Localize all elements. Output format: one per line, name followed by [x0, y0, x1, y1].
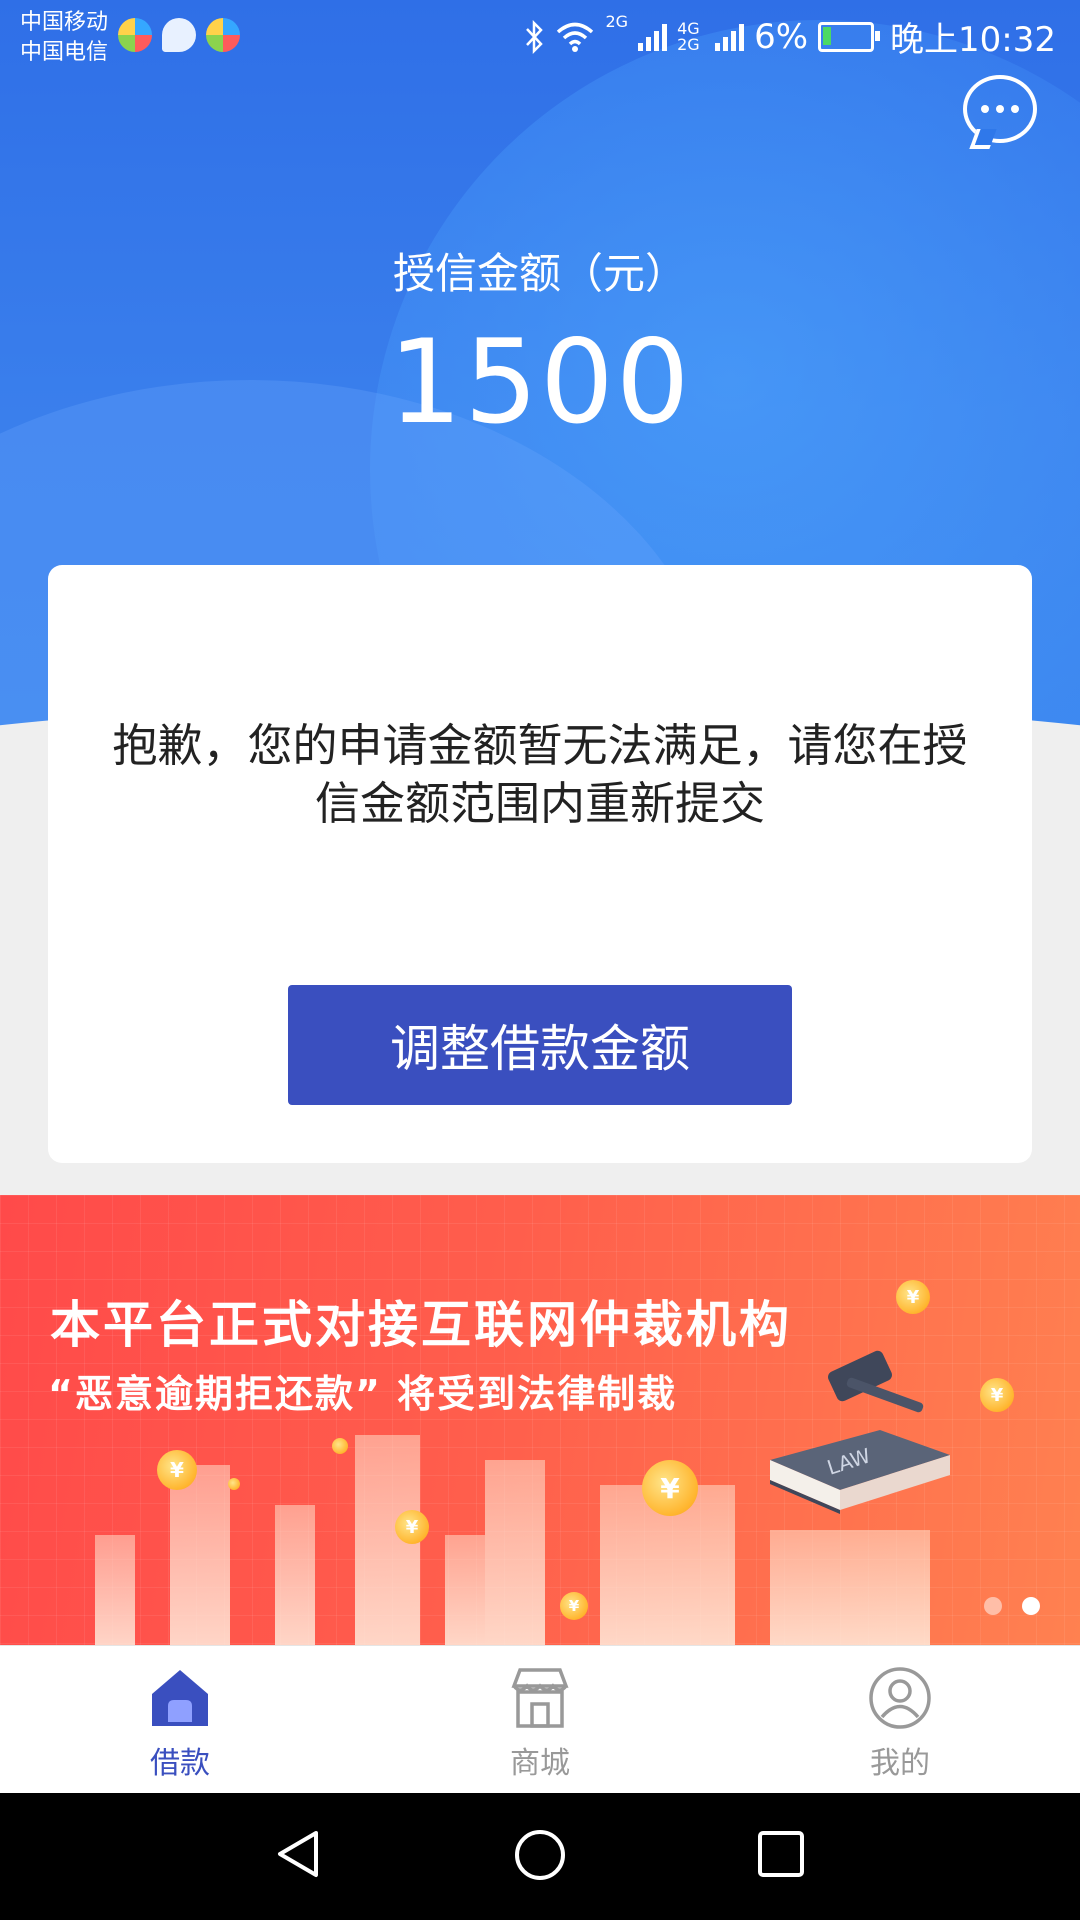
banner-decoration [170, 1465, 230, 1645]
error-message: 抱歉，您的申请金额暂无法满足，请您在授信金额范围内重新提交 [112, 719, 968, 830]
banner-decoration [95, 1535, 135, 1645]
banner-decoration [275, 1505, 315, 1645]
coin-icon: ¥ [896, 1280, 930, 1314]
coin-icon: ¥ [560, 1592, 588, 1620]
tab-me[interactable]: 我的 [720, 1646, 1080, 1794]
recent-apps-icon[interactable] [754, 1827, 808, 1881]
bluetooth-icon [526, 19, 544, 54]
system-navigation-bar [0, 1793, 1080, 1920]
user-icon [869, 1667, 931, 1729]
coin-icon: ¥ [157, 1450, 197, 1490]
wifi-icon [557, 22, 594, 52]
message-icon [162, 18, 196, 52]
carousel-indicator [984, 1597, 1040, 1615]
coin-icon: ¥ [642, 1460, 698, 1516]
back-icon[interactable] [272, 1827, 326, 1881]
banner-subtitle: “恶意逾期拒还款” 将受到法律制裁 [48, 1372, 678, 1416]
carousel-dot[interactable] [984, 1597, 1002, 1615]
shop-icon [511, 1668, 569, 1728]
carrier-label: 中国电信 [20, 40, 109, 65]
coin-icon [228, 1478, 240, 1490]
coin-icon: ¥ [980, 1378, 1014, 1412]
more-dots-icon [1011, 105, 1019, 113]
banner-decoration [445, 1535, 485, 1645]
more-dots-icon [996, 105, 1004, 113]
gavel-icon [828, 1350, 924, 1413]
result-card: 抱歉，您的申请金额暂无法满足，请您在授信金额范围内重新提交 调整借款金额 [48, 565, 1032, 1163]
home-icon [152, 1670, 208, 1726]
tab-loan[interactable]: 借款 [0, 1646, 360, 1794]
promo-banner[interactable]: ¥ ¥ ¥ ¥ ¥ ¥ LAW 本平台正式对接互联网仲裁机构 “恶意逾期拒还款”… [0, 1195, 1080, 1645]
banner-decoration [770, 1530, 930, 1645]
credit-amount-label: 授信金额（元） [392, 249, 687, 298]
network-type-label: 4G 2G [677, 18, 700, 54]
network-type-label: 2G [605, 12, 629, 31]
more-dots-icon [981, 105, 989, 113]
status-bar: 中国移动 中国电信 2G 4G 2G 6% 晚上10:32 [0, 0, 1080, 74]
home-button-icon[interactable] [512, 1827, 568, 1883]
battery-percent: 6% [754, 16, 809, 57]
signal-icon [638, 23, 668, 51]
status-indicators: 2G 4G 2G 6% 晚上10:32 [523, 12, 1056, 61]
carrier-label: 中国移动 [20, 10, 109, 35]
credit-amount-value: 1500 [388, 315, 692, 450]
carrier-info: 中国移动 中国电信 [20, 8, 108, 68]
more-options-button[interactable] [963, 75, 1037, 143]
banner-decoration [485, 1460, 545, 1645]
carousel-dot-active[interactable] [1022, 1597, 1040, 1615]
coin-icon [332, 1438, 348, 1454]
banner-title: 本平台正式对接互联网仲裁机构 [50, 1296, 792, 1354]
tab-label: 借款 [150, 1746, 210, 1781]
coin-icon: ¥ [395, 1510, 429, 1544]
battery-icon [818, 21, 881, 52]
tab-label: 我的 [870, 1746, 930, 1781]
clock: 晚上10:32 [890, 20, 1056, 60]
signal-icon [715, 23, 745, 51]
bottom-tab-bar: 借款 商城 我的 [0, 1645, 1080, 1794]
tab-label: 商城 [510, 1746, 570, 1781]
notification-icons [118, 18, 240, 52]
tab-mall[interactable]: 商城 [360, 1646, 720, 1794]
adjust-amount-button[interactable]: 调整借款金额 [288, 985, 792, 1105]
app-notification-icon [118, 18, 152, 52]
app-notification-icon [206, 18, 240, 52]
